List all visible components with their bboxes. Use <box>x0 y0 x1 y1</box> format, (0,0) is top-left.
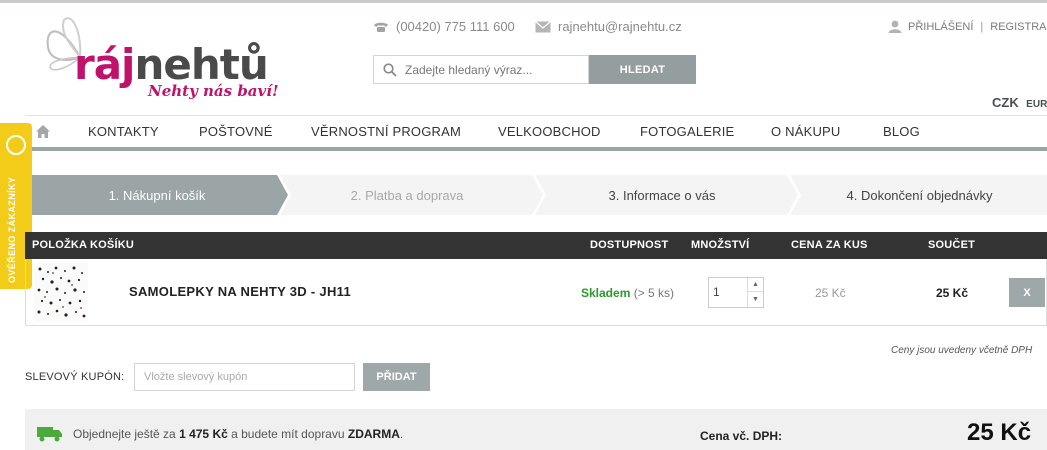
header-unit-price: CENA ZA KUS <box>791 239 868 251</box>
apply-coupon-button[interactable]: PŘIDAT <box>363 363 430 391</box>
top-border <box>0 0 1047 3</box>
badge-label: OVĚŘENO ZÁKAZNÍKY <box>7 176 17 283</box>
table-row: SAMOLEPKY NA NEHTY 3D - JH11 Skladem (> … <box>25 259 1047 326</box>
product-name[interactable]: SAMOLEPKY NA NEHTY 3D - JH11 <box>129 284 351 299</box>
search-button[interactable]: HLEDAT <box>589 55 696 84</box>
search-input[interactable] <box>405 62 575 77</box>
step-payment-shipping[interactable]: 2. Platba a doprava <box>287 175 527 215</box>
phone-icon <box>374 22 388 32</box>
quantity-up-icon[interactable]: ▲ <box>748 278 763 292</box>
logo-tagline: Nehty nás baví! <box>148 82 279 100</box>
quantity-down-icon[interactable]: ▼ <box>748 292 763 306</box>
quantity-stepper[interactable]: 1 ▲ ▼ <box>708 277 764 308</box>
vat-note: Ceny jsou uvedeny včetně DPH <box>891 345 1033 356</box>
shipping-middle: a budete mít dopravu <box>231 427 345 441</box>
nav-item-velkoobchod[interactable]: VELKOOBCHOD <box>498 124 601 139</box>
nav-item-o-nakupu[interactable]: O NÁKUPU <box>771 124 841 139</box>
order-summary: Objednejte ještě za 1 475 Kč a budete mí… <box>25 409 1047 450</box>
nav-item-postovne[interactable]: POŠTOVNÉ <box>199 124 273 139</box>
shipping-remaining-amount: 1 475 Kč <box>179 427 228 441</box>
shipping-prefix: Objednejte ještě za <box>73 427 176 441</box>
contact-email[interactable]: rajnehtu@rajnehtu.cz <box>535 19 682 34</box>
total-value: 25 Kč <box>967 419 1032 446</box>
phone-number: (00420) 775 111 600 <box>396 19 515 34</box>
header-total: SOUČET <box>928 239 976 251</box>
login-link[interactable]: PŘIHLÁŠENÍ <box>908 21 973 33</box>
user-icon <box>888 20 902 33</box>
header-availability: DOSTUPNOST <box>590 239 669 251</box>
main-navigation: KONTAKTY POŠTOVNÉ VĚRNOSTNÍ PROGRAM VELK… <box>25 115 1047 151</box>
currency-eur[interactable]: EUR <box>1026 99 1047 110</box>
quantity-value[interactable]: 1 <box>713 285 720 299</box>
availability-note: (> 5 ks) <box>633 286 675 300</box>
product-thumbnail[interactable] <box>34 263 88 321</box>
checkout-steps: 1. Nákupní košík 2. Platba a doprava 3. … <box>32 175 1047 215</box>
nav-item-vernostni-program[interactable]: VĚRNOSTNÍ PROGRAM <box>311 124 461 139</box>
email-address[interactable]: rajnehtu@rajnehtu.cz <box>558 19 682 34</box>
nav-item-blog[interactable]: BLOG <box>883 124 920 139</box>
search-field[interactable] <box>373 55 589 84</box>
coupon-label: SLEVOVÝ KUPÓN: <box>25 371 125 383</box>
nav-item-kontakty[interactable]: KONTAKTY <box>88 124 159 139</box>
step-order-complete[interactable]: 4. Dokončení objednávky <box>797 175 1042 215</box>
step-customer-info[interactable]: 3. Informace o vás <box>542 175 782 215</box>
coupon-input[interactable] <box>134 363 355 391</box>
availability: Skladem (> 5 ks) <box>581 286 674 300</box>
register-link[interactable]: REGISTRACE <box>990 21 1047 33</box>
account-separator: | <box>980 20 984 33</box>
account-links: PŘIHLÁŠENÍ | REGISTRACE <box>888 20 1047 33</box>
currency-czk[interactable]: CZK <box>992 95 1019 110</box>
truck-icon <box>37 427 62 442</box>
currency-switcher: CZK EUR <box>992 94 1047 112</box>
shipping-suffix: . <box>399 427 404 441</box>
home-icon <box>36 125 50 138</box>
cart-table-header: POLOŽKA KOŠÍKU DOSTUPNOST MNOŽSTVÍ CENA … <box>25 232 1047 259</box>
remove-item-button[interactable]: X <box>1009 278 1045 307</box>
step-cart[interactable]: 1. Nákupní košík <box>32 175 282 215</box>
nav-item-fotogalerie[interactable]: FOTOGALERIE <box>640 124 734 139</box>
search-icon <box>383 62 397 77</box>
contact-phone: (00420) 775 111 600 <box>373 19 515 34</box>
quantity-spinner: ▲ ▼ <box>747 278 763 307</box>
shipping-free-label: ZDARMA <box>347 427 400 441</box>
header-item: POLOŽKA KOŠÍKU <box>32 239 135 251</box>
seal-icon <box>6 135 26 155</box>
envelope-icon <box>535 20 551 32</box>
site-logo[interactable]: rájnehtů Nehty nás baví! <box>40 12 279 112</box>
total-label: Cena vč. DPH: <box>700 429 783 443</box>
availability-status: Skladem <box>581 286 631 300</box>
free-shipping-message: Objednejte ještě za 1 475 Kč a budete mí… <box>73 427 403 441</box>
logo-part-1: ráj <box>74 40 135 89</box>
unit-price: 25 Kč <box>815 286 846 300</box>
row-total: 25 Kč <box>936 286 969 300</box>
header-quantity: MNOŽSTVÍ <box>691 239 750 251</box>
